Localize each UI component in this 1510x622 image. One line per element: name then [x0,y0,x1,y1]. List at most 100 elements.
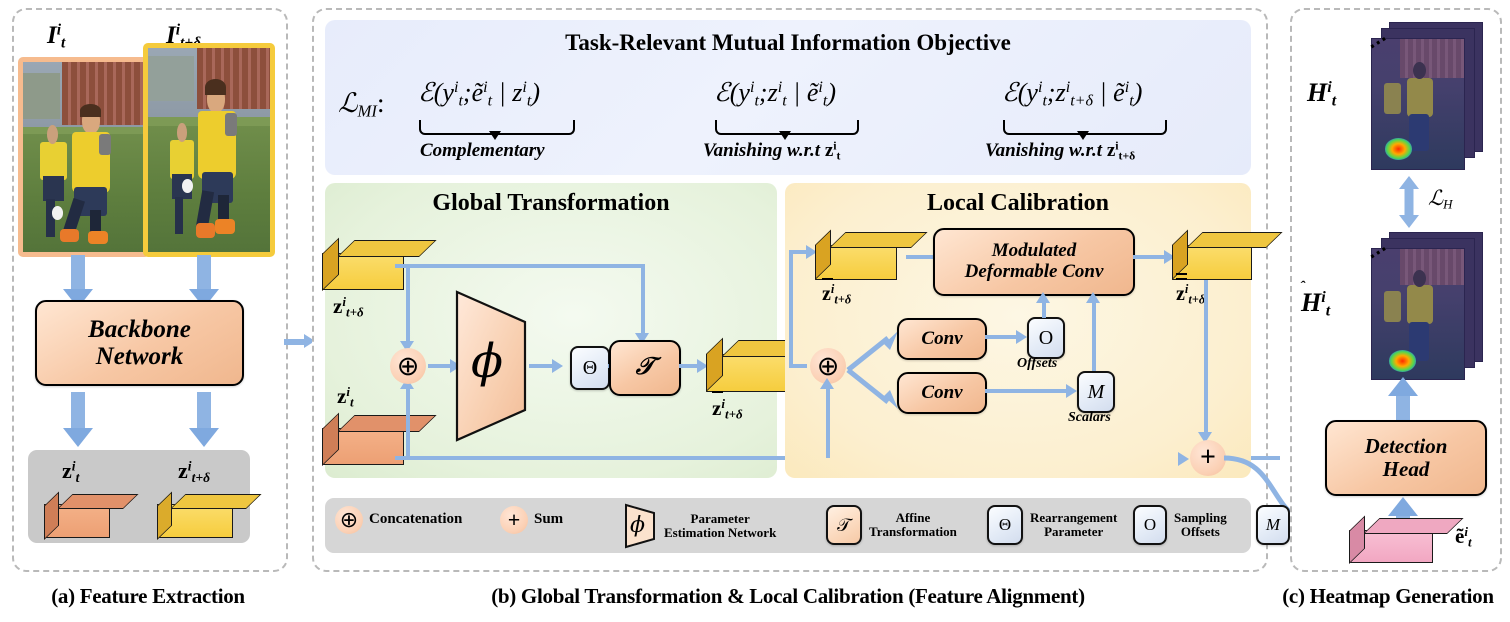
conv-label-1: Conv [921,327,963,349]
photo-player-background [169,139,195,179]
detection-head-label-line2: Head [1382,457,1430,481]
mi-term-3-label: Vanishing w.r.t zit+δ [985,139,1136,163]
legend-theta-glyph: Θ [998,515,1012,534]
lc-arrowhead-residual-to-concat [820,378,834,389]
lc-input-label: z it+δ [822,278,851,306]
mi-term-2-label-text: Vanishing w.r.t [703,140,825,161]
legend-concat-label: Concatenation [369,511,463,528]
conv-box-scalars[interactable]: Conv [897,372,987,414]
photo-player-shoe-right [87,231,109,245]
mi-term-2-brace-tip [779,131,791,140]
legend-phi-label-line2: Estimation Network [664,525,777,540]
arrow-shaft-image-to-backbone-2 [197,255,211,291]
heatmap-player-torso [1406,285,1433,325]
photo-player-shoe-left [59,229,80,243]
mi-term-3-expression: ℰ(yit;zit+δ | ẽit) [1002,78,1143,110]
cube-top [829,232,928,248]
legend-theta-icon: Θ [987,505,1023,545]
lc-arrowhead-conv2-to-scalars [1066,384,1077,398]
legend-phi-label: Parameter Estimation Network [664,512,776,539]
legend-item-affine: 𝒯 Affine Transformation [826,505,957,545]
legend-concat-glyph: ⊕ [339,507,359,532]
affine-transformation-box[interactable]: 𝒯 [609,340,681,396]
conv-box-offsets[interactable]: Conv [897,318,987,360]
legend-concat-icon: ⊕ [335,506,363,534]
legend-item-phi: ϕ Parameter Estimation Network [624,503,776,549]
photo-building-left [23,73,60,119]
sampling-offsets-box[interactable]: O [1027,317,1065,359]
parameter-estimation-network-trapezoid[interactable]: ϕ [455,290,527,442]
lc-rail-vertical [789,250,793,366]
lc-input-cube [815,229,928,280]
gt-heatmap-label: Hit [1307,78,1337,110]
modulated-scalars-box[interactable]: M [1077,371,1115,413]
rearrangement-parameter-box[interactable]: Θ [570,346,610,390]
input-label-It: Iit [47,21,66,52]
connector-panel-a-to-b [284,339,306,345]
lc-arrowhead-scalars-to-mdconv [1086,292,1100,303]
legend-item-concatenation: ⊕ Concatenation [335,506,462,534]
arrow-shaft-image-to-backbone-1 [71,255,85,291]
heatmap-layer-front [1371,248,1465,380]
lc-arrowhead-conv1-to-offsets [1016,330,1027,344]
global-transformation-title: Global Transformation [432,190,670,216]
detection-head-label-line1: Detection [1364,434,1448,459]
input-image-frame-t [18,57,150,257]
mdconv-label-line1: Modulated [991,240,1077,262]
gt-concat-glyph: ⊕ [396,350,420,381]
heatmap-building [1399,249,1464,286]
backbone-label-line2: Network [95,343,184,370]
legend-offsets-label-line2: Offsets [1180,524,1220,539]
arrow-shaft-backbone-to-feature-2 [197,392,211,430]
mi-term-1-label: Complementary [420,140,545,161]
photo-player-shoe-right [215,219,235,234]
photo-player-background-head [177,123,188,142]
heatmap-player-bg [1383,83,1401,115]
legend-phi-icon: ϕ [624,503,656,549]
heatmap-loss-label: ℒH [1428,186,1453,212]
photo-player-background-legs [174,196,184,234]
heatmap-player-bg [1383,290,1401,322]
legend-affine-label-line1: Affine [895,510,931,526]
gt-line-bottom-to-concat-vertical [406,388,410,458]
loss-arrow-svg [1399,176,1419,228]
legend-affine-label: Affine Transformation [869,511,957,538]
mdconv-label-line2: Deformable Conv [964,261,1104,282]
aligned-feature-label: ẽit [1455,523,1472,550]
lc-sum-circle[interactable]: + [1190,440,1226,476]
detection-head-box[interactable]: Detection Head [1325,420,1487,496]
legend-affine-glyph: 𝒯 [837,514,851,535]
heatmap-player-head [1413,269,1427,287]
backbone-network-box[interactable]: Backbone Network [35,300,244,386]
legend-sum-label: Sum [534,511,564,528]
theta-symbol: Θ [582,356,598,379]
heatmap-loss-arrow [1396,176,1422,228]
lc-line-conv1-to-offsets [985,335,1019,339]
mi-objective-title: Task-Relevant Mutual Information Objecti… [565,30,1011,55]
mi-term-3-label-text: Vanishing w.r.t [985,140,1107,161]
legend-affine-icon: 𝒯 [826,505,862,545]
predicted-heatmap-label: Ĥit [1301,288,1331,320]
gt-concatenation-circle[interactable]: ⊕ [390,348,426,384]
photo-player-background-shorts [42,176,65,201]
caption-panel-b: (b) Global Transformation & Local Calibr… [491,584,1085,608]
heatmap-player-legs [1408,114,1430,151]
lc-arrowhead-offsets-to-mdconv [1036,292,1050,303]
modulated-deformable-conv-box[interactable]: Modulated Deformable Conv [933,228,1135,296]
photo-player-hair [205,78,227,95]
legend-offsets-glyph: O [1143,515,1157,534]
lc-line-residual-to-concat [826,388,830,458]
legend-offsets-label-line1: Sampling [1174,510,1227,526]
cube-top [1186,232,1283,248]
lc-line-conv2-to-scalars [985,389,1069,393]
legend-sum-glyph: + [507,507,521,532]
mi-loss-symbol: ℒMI: [338,88,385,121]
legend-scalars-icon: M [1256,505,1290,545]
affine-symbol: 𝒯 [635,354,655,381]
mi-term-1-expression: ℰ(yit;ẽit | zit) [418,78,540,110]
photo-ball [182,178,194,193]
conv-label-2: Conv [921,381,963,403]
legend-affine-label-line2: Transformation [869,524,957,539]
feature-label-zt-delta: zit+δ [178,458,211,485]
lc-output-label: z it+δ [1176,273,1205,306]
